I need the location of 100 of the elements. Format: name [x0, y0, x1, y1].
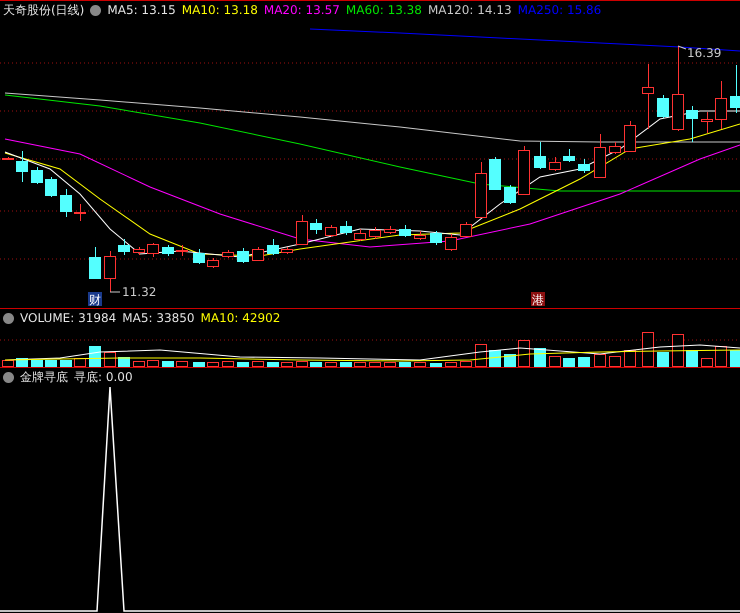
- volume-bar: [296, 361, 308, 367]
- candlestick: [475, 162, 487, 218]
- candlestick: [609, 142, 621, 154]
- candlestick: [414, 230, 426, 240]
- volume-bar: [369, 362, 381, 367]
- candlestick: [354, 228, 366, 242]
- ma-reading: MA60: 13.38: [346, 3, 422, 17]
- candlestick: [45, 176, 57, 198]
- volume-bar: [60, 360, 72, 367]
- volume-bar: [354, 362, 366, 367]
- volume-bar: [384, 362, 396, 367]
- volume-bar: [222, 361, 234, 367]
- volume-bar: [672, 334, 684, 367]
- volume-reading: MA10: 42902: [200, 311, 280, 325]
- volume-bar: [399, 362, 411, 367]
- event-marker[interactable]: 港: [531, 292, 545, 307]
- low-price-label: 11.32: [110, 285, 156, 299]
- volume-bar: [475, 344, 487, 367]
- volume-reading: MA5: 33850: [122, 311, 195, 325]
- candlestick: [104, 250, 116, 292]
- volume-bar: [310, 362, 322, 367]
- ma-reading: MA5: 13.15: [107, 3, 176, 17]
- event-marker[interactable]: 财: [88, 292, 102, 307]
- candlestick: [16, 150, 28, 182]
- candlestick: [207, 258, 219, 268]
- candlestick: [162, 244, 174, 256]
- volume-bar: [489, 350, 501, 367]
- volume-bar: [133, 361, 145, 367]
- volume-bar: [31, 360, 43, 367]
- candlestick: [340, 220, 352, 236]
- volume-bar: [414, 362, 426, 367]
- volume-bar: [460, 361, 472, 367]
- candlestick: [133, 246, 145, 256]
- candlestick: [549, 156, 561, 172]
- candlestick: [445, 234, 457, 252]
- candlestick: [504, 184, 516, 204]
- candlestick: [715, 80, 727, 130]
- ma-reading: MA20: 13.57: [264, 3, 340, 17]
- candlestick: [222, 250, 234, 258]
- volume-bar: [340, 362, 352, 367]
- volume-bar: [176, 361, 188, 367]
- candlestick: [118, 238, 130, 256]
- indicator-title: 金牌寻底: [20, 368, 68, 386]
- candlestick: [31, 166, 43, 184]
- volume-bar: [642, 332, 654, 367]
- candlestick: [237, 248, 249, 264]
- volume-bar: [686, 350, 698, 367]
- volume-bar: [594, 354, 606, 367]
- candlestick: [578, 158, 590, 174]
- volume-bar: [147, 360, 159, 367]
- candlestick: [657, 94, 669, 118]
- candlestick: [594, 134, 606, 178]
- candlestick: [624, 120, 636, 152]
- volume-bar: [534, 348, 546, 367]
- candlestick: [60, 188, 72, 218]
- volume-bar: [563, 358, 575, 367]
- volume-bar: [430, 363, 442, 367]
- volume-bar: [325, 362, 337, 367]
- candlestick: [296, 214, 308, 246]
- candlestick: [281, 246, 293, 254]
- volume-bar: [237, 362, 249, 367]
- candlestick: [267, 238, 279, 256]
- candlestick: [74, 204, 86, 222]
- volume-bar: [74, 358, 86, 367]
- candlestick: [686, 106, 698, 142]
- candlestick: [252, 246, 264, 262]
- volume-bar: [445, 362, 457, 367]
- candlestick: [193, 248, 205, 264]
- volume-bar: [730, 350, 740, 367]
- candlestick: [730, 64, 740, 114]
- ma-reading: MA250: 15.86: [518, 3, 602, 17]
- volume-bar: [609, 356, 621, 367]
- volume-bar: [518, 340, 530, 367]
- candlestick: [701, 112, 713, 134]
- volume-bar: [193, 362, 205, 367]
- candlestick: [369, 226, 381, 240]
- volume-bar: [578, 357, 590, 367]
- volume-bar: [89, 346, 101, 367]
- candlestick: [384, 226, 396, 234]
- candlestick: [89, 246, 101, 280]
- candlestick: [399, 224, 411, 238]
- volume-bar: [207, 362, 219, 367]
- volume-bar: [657, 352, 669, 367]
- stock-title: 天奇股份(日线): [3, 2, 84, 18]
- high-price-label: 16.39: [678, 46, 722, 60]
- candlestick: [147, 242, 159, 258]
- volume-bar: [45, 360, 57, 367]
- candlestick: [176, 244, 188, 256]
- volume-bar: [267, 362, 279, 367]
- volume-bar: [281, 362, 293, 367]
- volume-bar: [118, 357, 130, 367]
- candlestick: [518, 146, 530, 196]
- indicator-reading: 寻底: 0.00: [74, 368, 133, 386]
- candlestick: [534, 142, 546, 170]
- candlestick: [489, 156, 501, 190]
- volume-bar: [252, 361, 264, 367]
- ma-reading: MA10: 13.18: [182, 3, 258, 17]
- ma-reading: MA120: 14.13: [428, 3, 512, 17]
- volume-bar: [715, 346, 727, 367]
- candlestick: [563, 148, 575, 162]
